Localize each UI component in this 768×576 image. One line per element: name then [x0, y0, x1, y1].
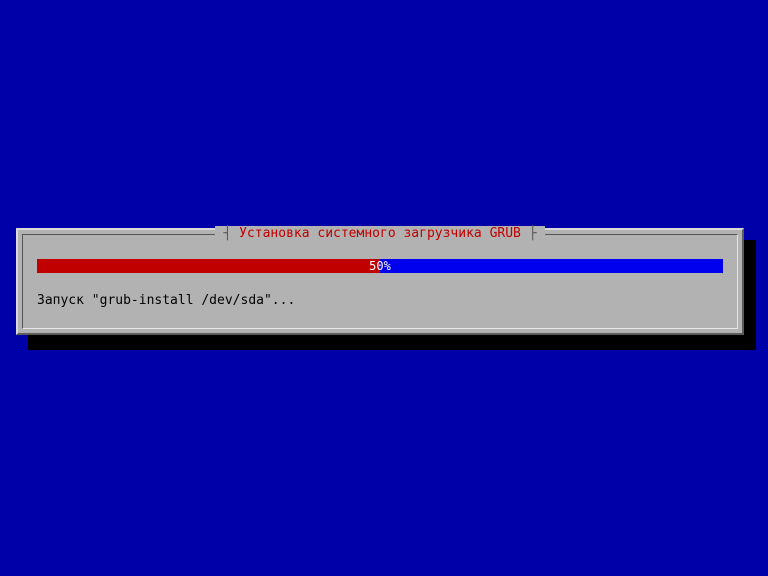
dialog-title-text: Установка системного загрузчика GRUB	[239, 226, 521, 241]
installer-dialog: ┤ Установка системного загрузчика GRUB ├…	[16, 228, 744, 335]
dialog-inner: ┤ Установка системного загрузчика GRUB ├…	[22, 234, 738, 329]
dialog-title: ┤ Установка системного загрузчика GRUB ├	[215, 226, 544, 241]
progress-bar-label: 50%	[37, 259, 723, 273]
progress-bar: 50%	[37, 259, 723, 273]
dialog-title-wrap: ┤ Установка системного загрузчика GRUB ├	[23, 226, 737, 241]
status-text: Запуск "grub-install /dev/sda"...	[37, 293, 723, 308]
